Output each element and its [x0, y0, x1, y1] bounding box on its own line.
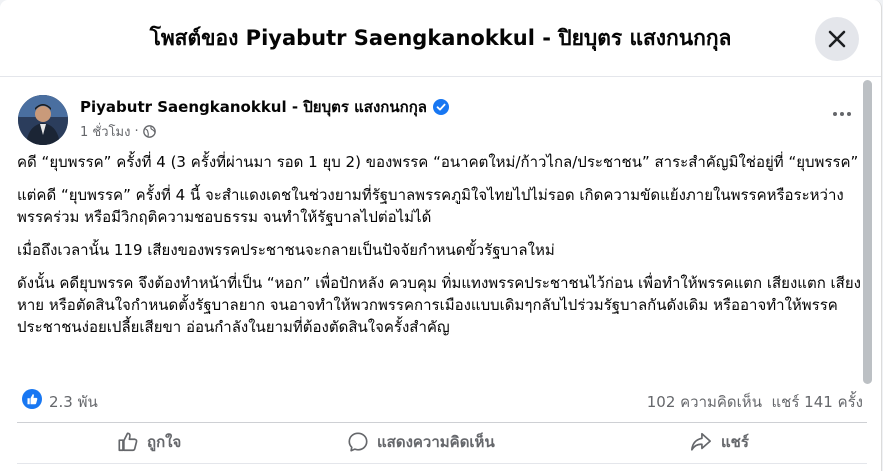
post-dialog: โพสต์ของ Piyabutr Saengkanokkul - ปิยบุต…: [0, 0, 882, 471]
comments-shares-count: 102 ความคิดเห็น แชร์ 141 ครั้ง: [647, 390, 863, 414]
comment-icon: [348, 432, 368, 452]
verified-badge-icon: [432, 99, 449, 115]
dot-icon: [833, 112, 837, 116]
dot-icon: [840, 112, 844, 116]
close-button[interactable]: [815, 17, 859, 61]
likes-count[interactable]: 2.3 พัน: [49, 390, 98, 414]
like-reaction-icon[interactable]: [22, 389, 42, 409]
like-button[interactable]: ถูกใจ: [117, 427, 181, 457]
globe-icon[interactable]: [142, 125, 156, 138]
comments-count[interactable]: 102 ความคิดเห็น: [647, 393, 762, 411]
comment-button[interactable]: แสดงความคิดเห็น: [347, 427, 495, 457]
more-options-button[interactable]: [826, 100, 858, 128]
dialog-header: โพสต์ของ Piyabutr Saengkanokkul - ปิยบุต…: [0, 0, 881, 77]
thumbs-up-icon: [118, 432, 138, 452]
share-label: แชร์: [721, 433, 749, 451]
meta-separator: ·: [134, 124, 139, 139]
share-button[interactable]: แชร์: [689, 427, 749, 457]
dot-icon: [847, 112, 851, 116]
shares-count[interactable]: แชร์ 141 ครั้ง: [772, 393, 864, 411]
close-icon: [828, 30, 846, 48]
comment-label: แสดงความคิดเห็น: [377, 433, 495, 451]
post-meta: 1 ชั่วโมง ·: [80, 121, 156, 142]
comments-section-edge: [17, 463, 867, 471]
scrollbar-thumb[interactable]: [863, 80, 872, 384]
author-name[interactable]: Piyabutr Saengkanokkul - ปิยบุตร แสงกนกก…: [80, 95, 449, 119]
post-timestamp[interactable]: 1 ชั่วโมง: [80, 121, 130, 142]
share-icon: [691, 432, 711, 451]
post-paragraph: แต่คดี “ยุบพรรค” ครั้งที่ 4 นี้ จะสำแดงเ…: [17, 186, 844, 226]
post-paragraph: ดังนั้น คดียุบพรรค จึงต้องทำหน้าที่เป็น …: [17, 274, 861, 336]
dialog-title: โพสต์ของ Piyabutr Saengkanokkul - ปิยบุต…: [149, 26, 732, 50]
post-actions: ถูกใจ แสดงความคิดเห็น แชร์: [17, 422, 867, 458]
scrollbar[interactable]: [862, 78, 874, 471]
post-paragraph: เมื่อถึงเวลานั้น 119 เสียงของพรรคประชาชน…: [17, 241, 555, 259]
author-name-text[interactable]: Piyabutr Saengkanokkul - ปิยบุตร แสงกนกก…: [80, 95, 427, 119]
reaction-stats: 2.3 พัน 102 ความคิดเห็น แชร์ 141 ครั้ง: [17, 388, 867, 414]
post-text: คดี “ยุบพรรค” ครั้งที่ 4 (3 ครั้งที่ผ่าน…: [17, 151, 867, 349]
like-label: ถูกใจ: [147, 433, 182, 451]
post-paragraph: คดี “ยุบพรรค” ครั้งที่ 4 (3 ครั้งที่ผ่าน…: [17, 153, 859, 171]
author-avatar[interactable]: [18, 95, 68, 145]
